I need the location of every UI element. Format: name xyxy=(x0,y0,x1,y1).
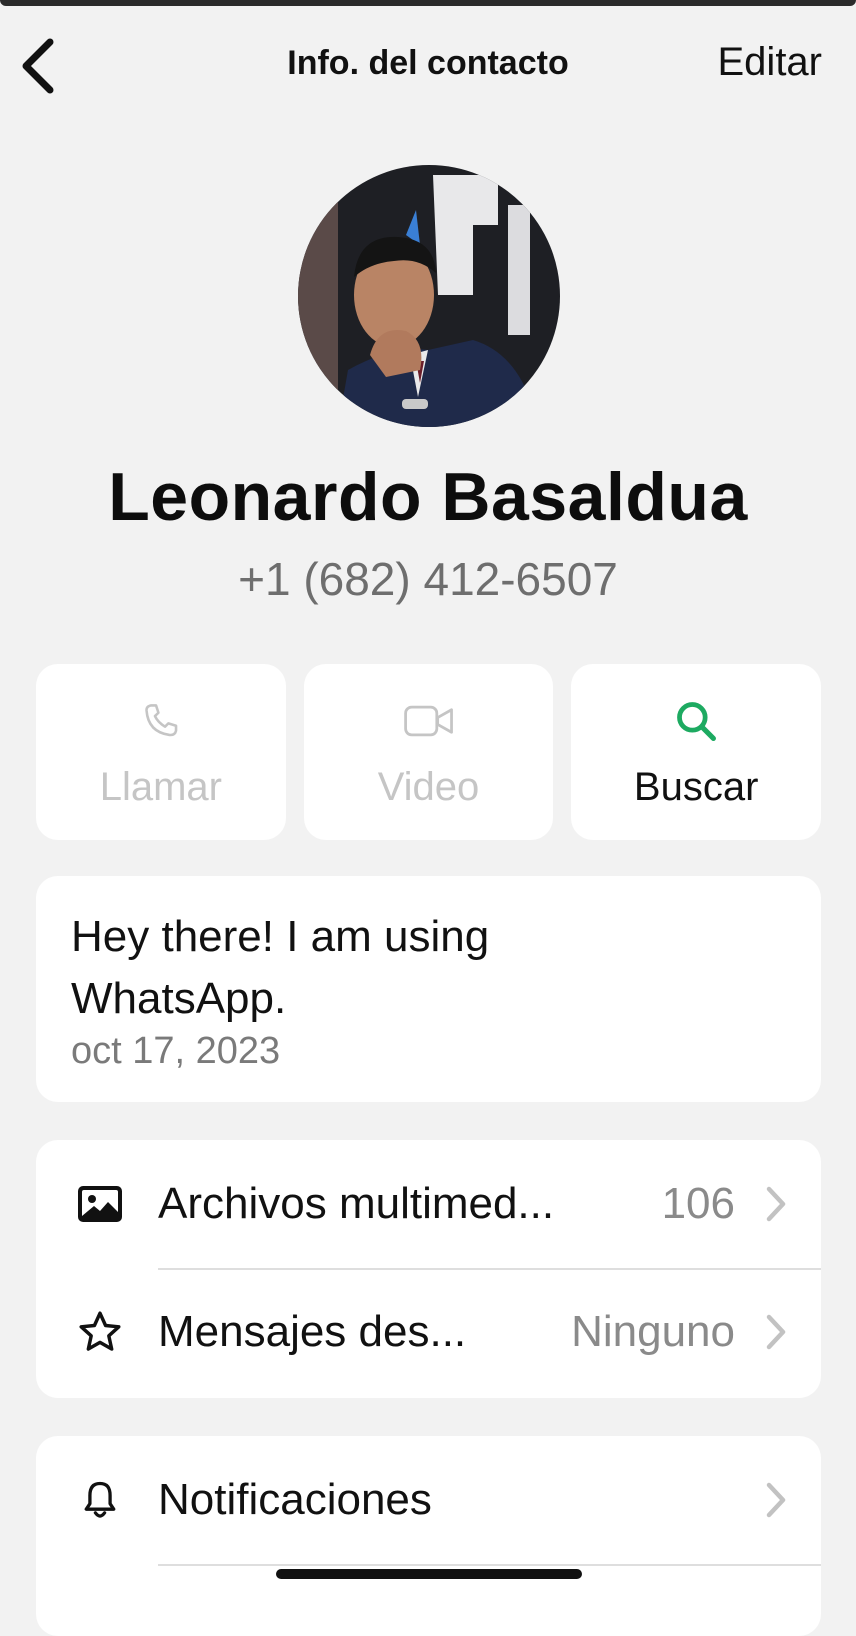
chevron-right-icon xyxy=(766,1314,786,1350)
media-section: Archivos multimed... 106 Mensajes des...… xyxy=(36,1140,821,1398)
call-button[interactable]: Llamar xyxy=(36,664,286,840)
search-label: Buscar xyxy=(633,764,759,809)
media-row[interactable]: Archivos multimed... 106 xyxy=(36,1140,821,1268)
star-icon xyxy=(79,1311,121,1351)
about-card[interactable]: Hey there! I am using WhatsApp. oct 17, … xyxy=(36,876,821,1102)
profile-photo xyxy=(298,165,560,427)
home-indicator[interactable] xyxy=(276,1569,582,1579)
starred-value: Ninguno xyxy=(571,1307,735,1356)
notifications-label: Notificaciones xyxy=(158,1475,432,1524)
call-label: Llamar xyxy=(99,764,222,809)
contact-name: Leonardo Basaldua xyxy=(108,459,748,535)
about-date: oct 17, 2023 xyxy=(71,1030,281,1072)
phone-icon xyxy=(145,703,178,736)
notifications-row[interactable]: Notificaciones xyxy=(36,1436,821,1564)
status-bar-edge xyxy=(0,0,856,6)
settings-section: Notificaciones xyxy=(36,1436,821,1636)
search-button[interactable]: Buscar xyxy=(571,664,822,840)
avatar[interactable] xyxy=(298,165,560,427)
video-camera-icon xyxy=(403,705,453,736)
video-label: Video xyxy=(377,764,480,809)
chevron-right-icon xyxy=(766,1482,786,1518)
navigation-bar: Info. del contacto Editar xyxy=(0,20,856,110)
chevron-right-icon xyxy=(766,1186,786,1222)
quick-actions: Llamar Video Buscar xyxy=(36,664,822,840)
starred-messages-row[interactable]: Mensajes des... Ninguno xyxy=(36,1268,821,1396)
media-label: Archivos multimed... xyxy=(158,1179,555,1228)
edit-button[interactable]: Editar xyxy=(718,40,823,85)
video-button[interactable]: Video xyxy=(303,664,554,840)
media-count: 106 xyxy=(661,1179,735,1228)
contact-phone[interactable]: +1 (682) 412-6507 xyxy=(0,552,856,606)
photo-icon xyxy=(78,1186,122,1222)
about-text: Hey there! I am using WhatsApp. xyxy=(71,912,490,1023)
divider xyxy=(158,1564,821,1566)
bell-icon xyxy=(84,1481,116,1518)
search-icon xyxy=(677,701,717,741)
starred-label: Mensajes des... xyxy=(158,1307,467,1356)
